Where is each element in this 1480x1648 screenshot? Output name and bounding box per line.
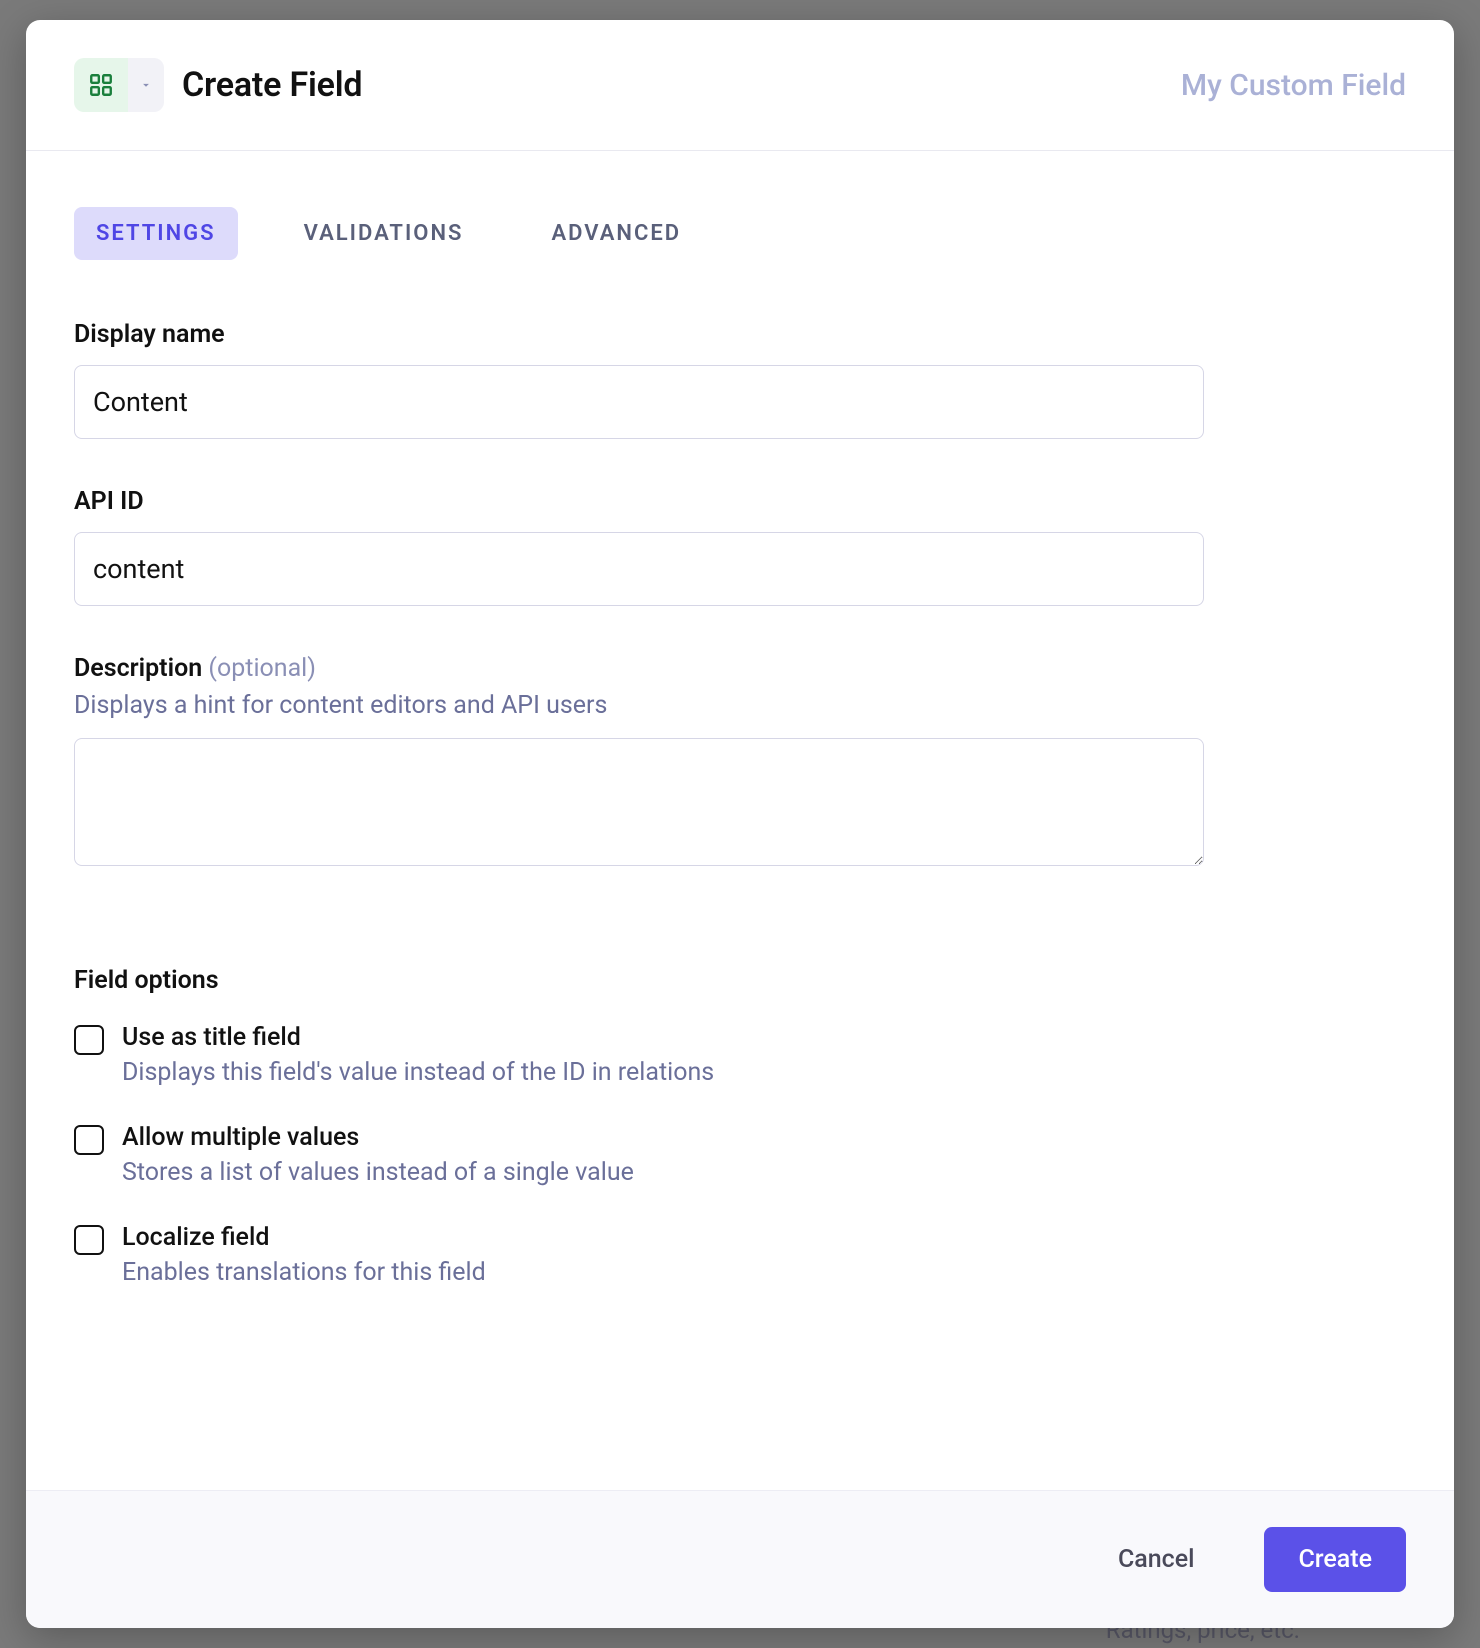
cancel-button[interactable]: Cancel [1084,1527,1229,1592]
option-text: Use as title field Displays this field's… [122,1023,1406,1087]
modal-body: SETTINGS VALIDATIONS ADVANCED Display na… [26,151,1454,1490]
option-text: Localize field Enables translations for … [122,1223,1406,1287]
description-label-text: Description [74,654,202,683]
localize-checkbox[interactable] [74,1225,104,1255]
use-as-title-checkbox[interactable] [74,1025,104,1055]
modal-title: Create Field [182,65,362,105]
allow-multiple-checkbox[interactable] [74,1125,104,1155]
modal-header: Create Field My Custom Field [26,20,1454,151]
description-hint: Displays a hint for content editors and … [74,691,1406,720]
option-localize: Localize field Enables translations for … [74,1223,1406,1287]
display-name-group: Display name [74,320,1406,439]
use-as-title-desc: Displays this field's value instead of t… [122,1058,1406,1087]
allow-multiple-desc: Stores a list of values instead of a sin… [122,1158,1406,1187]
description-input[interactable] [74,738,1204,866]
option-allow-multiple: Allow multiple values Stores a list of v… [74,1123,1406,1187]
allow-multiple-label: Allow multiple values [122,1123,1406,1152]
api-id-group: API ID [74,487,1406,606]
option-text: Allow multiple values Stores a list of v… [122,1123,1406,1187]
description-group: Description (optional) Displays a hint f… [74,654,1406,870]
modal-footer: Cancel Create [26,1490,1454,1628]
localize-label: Localize field [122,1223,1406,1252]
api-id-input[interactable] [74,532,1204,606]
field-type-selector[interactable] [74,58,164,112]
chevron-down-icon [128,58,164,112]
description-optional: (optional) [208,654,316,683]
tab-advanced[interactable]: ADVANCED [529,207,703,260]
localize-desc: Enables translations for this field [122,1258,1406,1287]
description-label: Description (optional) [74,654,1406,683]
option-use-as-title: Use as title field Displays this field's… [74,1023,1406,1087]
api-id-label: API ID [74,487,1406,516]
display-name-input[interactable] [74,365,1204,439]
create-button[interactable]: Create [1264,1527,1406,1592]
field-options-title: Field options [74,966,1406,995]
create-field-modal: Create Field My Custom Field SETTINGS VA… [26,20,1454,1628]
tabs: SETTINGS VALIDATIONS ADVANCED [74,207,1406,260]
tab-validations[interactable]: VALIDATIONS [282,207,486,260]
field-type-name: My Custom Field [1181,68,1406,103]
use-as-title-label: Use as title field [122,1023,1406,1052]
header-left: Create Field [74,58,362,112]
tab-settings[interactable]: SETTINGS [74,207,238,260]
display-name-label: Display name [74,320,1406,349]
grid-icon [74,58,128,112]
